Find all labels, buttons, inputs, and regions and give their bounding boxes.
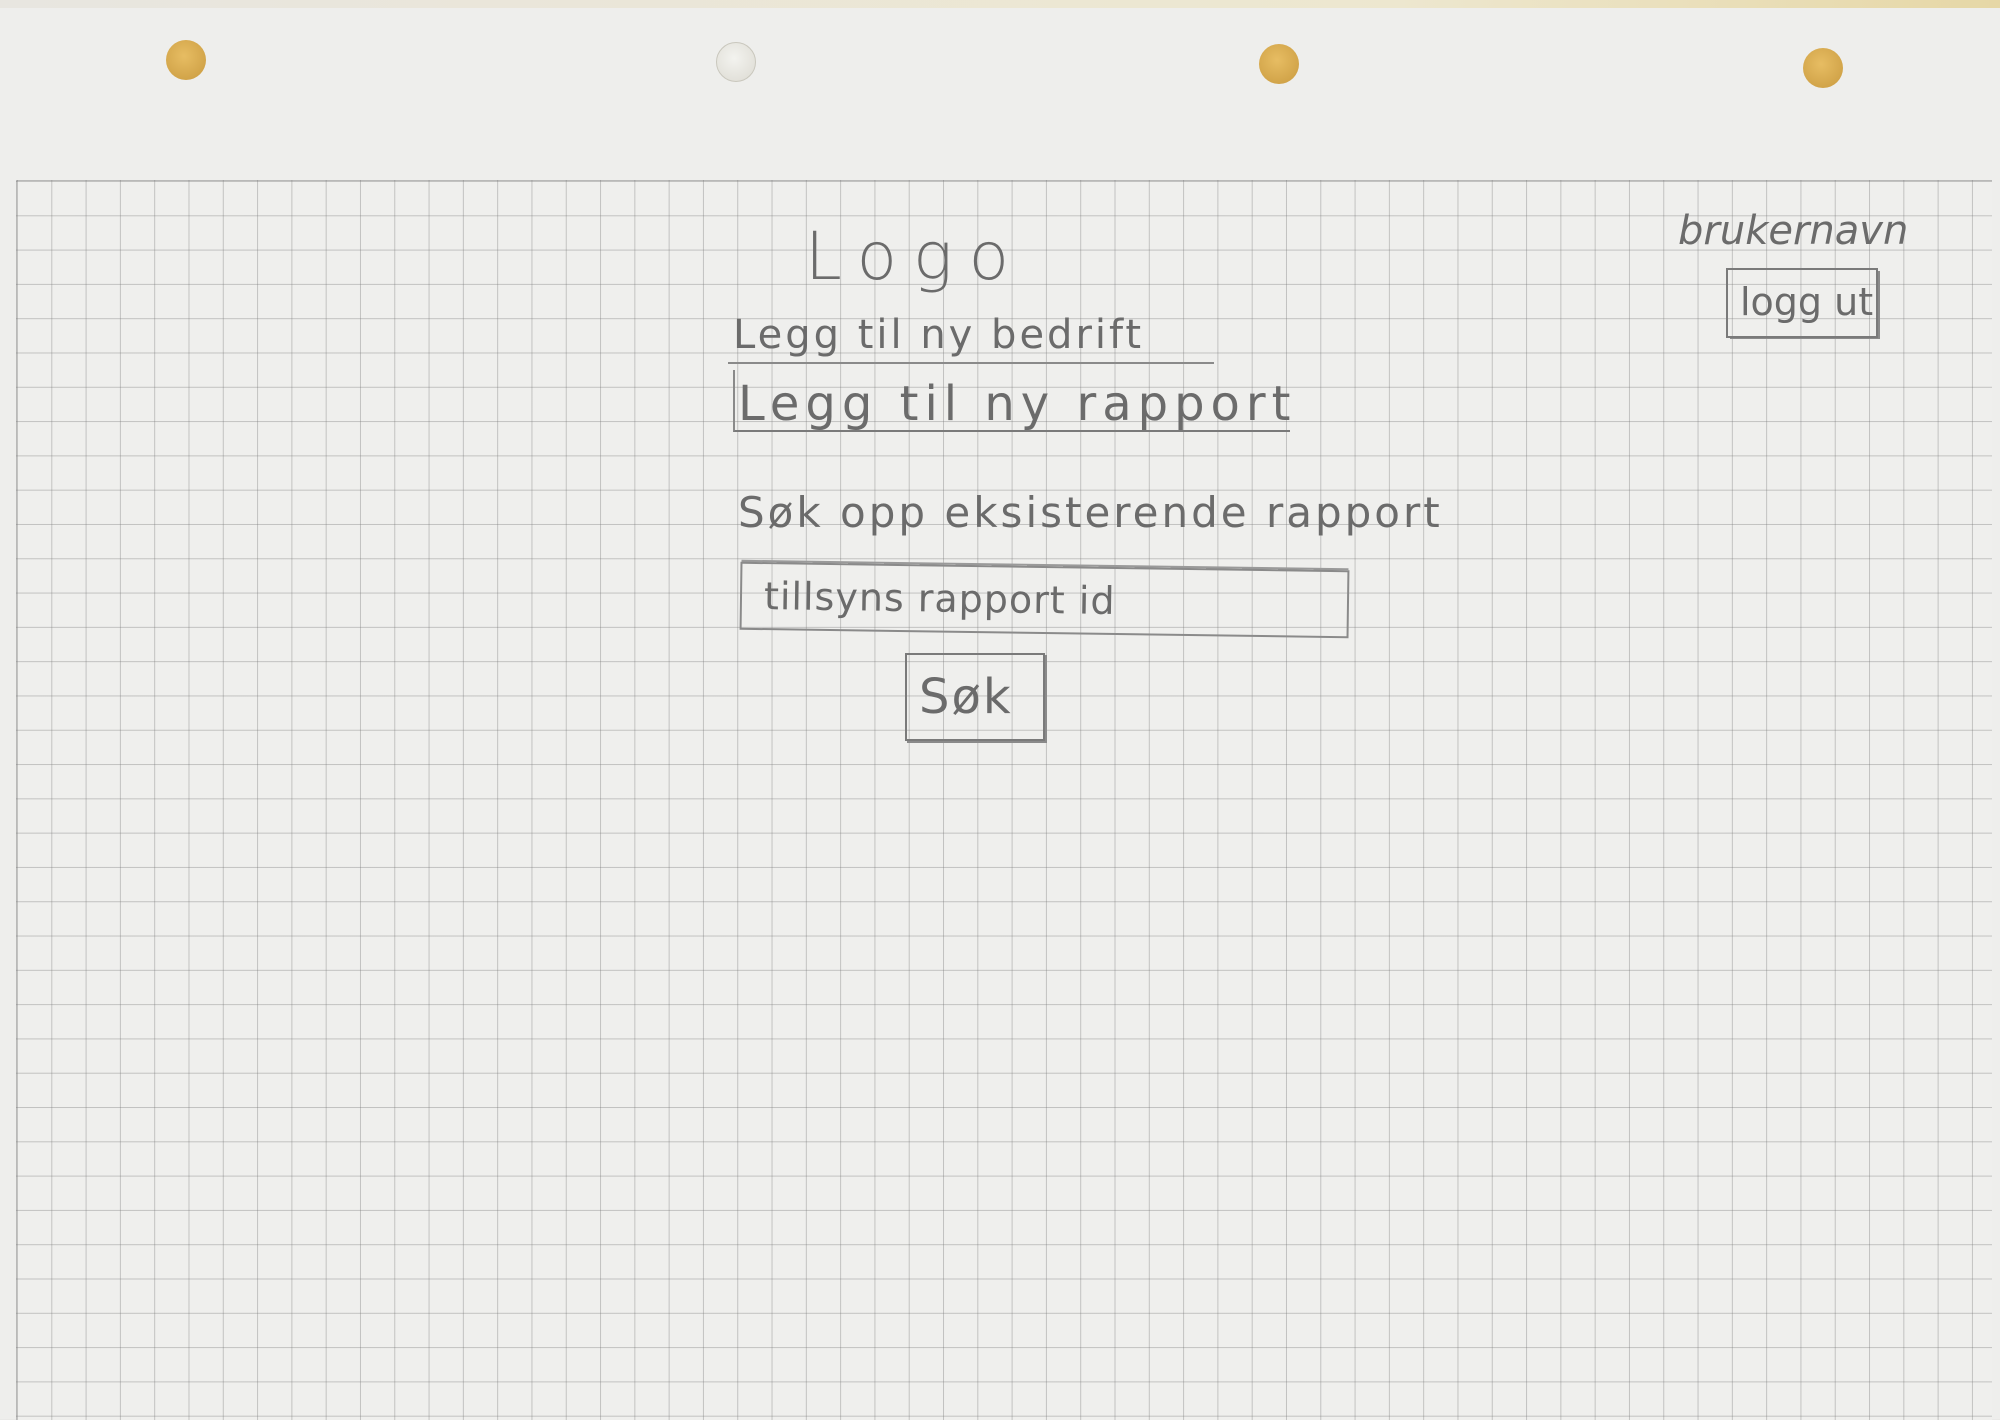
punch-hole: [166, 40, 206, 80]
logout-button-label: logg ut: [1740, 280, 1874, 324]
paper-edge: [0, 0, 2000, 8]
report-id-input[interactable]: tillsyns rapport id: [739, 561, 1350, 639]
logout-button[interactable]: logg ut: [1726, 268, 1878, 338]
search-heading: Søk opp eksisterende rapport: [738, 488, 1443, 537]
search-button-label: Søk: [919, 669, 1013, 725]
logo: Logo: [805, 218, 1025, 295]
add-report-label: Legg til ny rapport: [738, 376, 1297, 432]
add-company-link[interactable]: Legg til ny bedrift: [733, 312, 1144, 358]
search-button[interactable]: Søk: [905, 653, 1045, 741]
punch-hole: [716, 42, 756, 82]
graph-paper-grid: [16, 180, 1992, 1420]
link-underline: [728, 362, 1214, 364]
paper-sheet: Logo brukernavn logg ut Legg til ny bedr…: [0, 0, 2000, 1420]
punch-hole: [1259, 44, 1299, 84]
report-id-placeholder: tillsyns rapport id: [763, 574, 1116, 623]
punch-hole: [1803, 48, 1843, 88]
username-label: brukernavn: [1678, 208, 1909, 254]
